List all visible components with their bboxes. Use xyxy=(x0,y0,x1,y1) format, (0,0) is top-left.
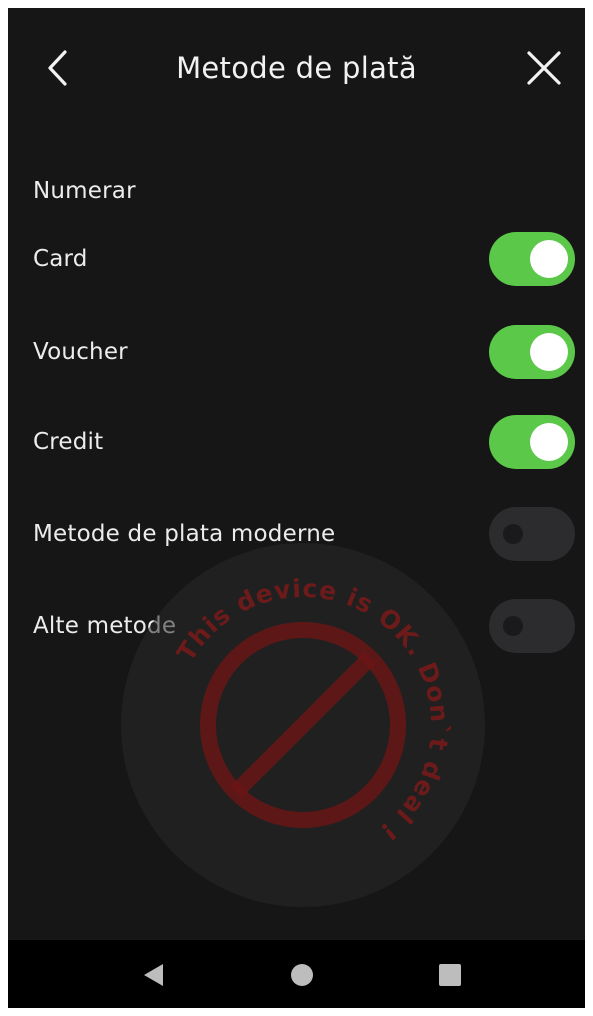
square-recents-icon xyxy=(439,964,461,986)
page-title: Metode de plată xyxy=(176,51,417,85)
payment-label: Card xyxy=(33,246,88,272)
payment-label: Metode de plata moderne xyxy=(33,521,336,547)
payment-row-other: Alte metode xyxy=(33,598,575,654)
other-methods-toggle[interactable] xyxy=(489,599,575,653)
close-button[interactable] xyxy=(524,48,564,88)
toggle-knob xyxy=(503,524,523,544)
payment-label: Credit xyxy=(33,429,104,455)
payment-row-voucher: Voucher xyxy=(33,324,575,380)
close-icon xyxy=(527,51,561,85)
watermark-stamp: This device is OK. Don`t deal ! xyxy=(118,540,488,910)
toggle-knob xyxy=(530,240,568,278)
header: Metode de plată xyxy=(8,8,585,128)
nav-home-button[interactable] xyxy=(289,962,315,988)
app-screen: Metode de plată Numerar Card Voucher Cre… xyxy=(8,8,585,1008)
payment-row-credit: Credit xyxy=(33,414,575,470)
toggle-knob xyxy=(503,616,523,636)
nav-back-button[interactable] xyxy=(141,962,167,988)
payment-row-cash: Numerar xyxy=(33,163,573,219)
toggle-knob xyxy=(530,423,568,461)
payment-label: Alte metode xyxy=(33,613,177,639)
nav-recents-button[interactable] xyxy=(437,962,463,988)
triangle-back-icon xyxy=(144,964,163,986)
circle-home-icon xyxy=(291,964,313,986)
payment-row-card: Card xyxy=(33,231,575,287)
payment-label: Voucher xyxy=(33,339,128,365)
voucher-toggle[interactable] xyxy=(489,325,575,379)
credit-toggle[interactable] xyxy=(489,415,575,469)
system-navigation-bar xyxy=(8,940,585,1008)
card-toggle[interactable] xyxy=(489,232,575,286)
payment-row-modern: Metode de plata moderne xyxy=(33,506,575,562)
toggle-knob xyxy=(530,333,568,371)
modern-methods-toggle[interactable] xyxy=(489,507,575,561)
payment-label: Numerar xyxy=(33,178,136,204)
